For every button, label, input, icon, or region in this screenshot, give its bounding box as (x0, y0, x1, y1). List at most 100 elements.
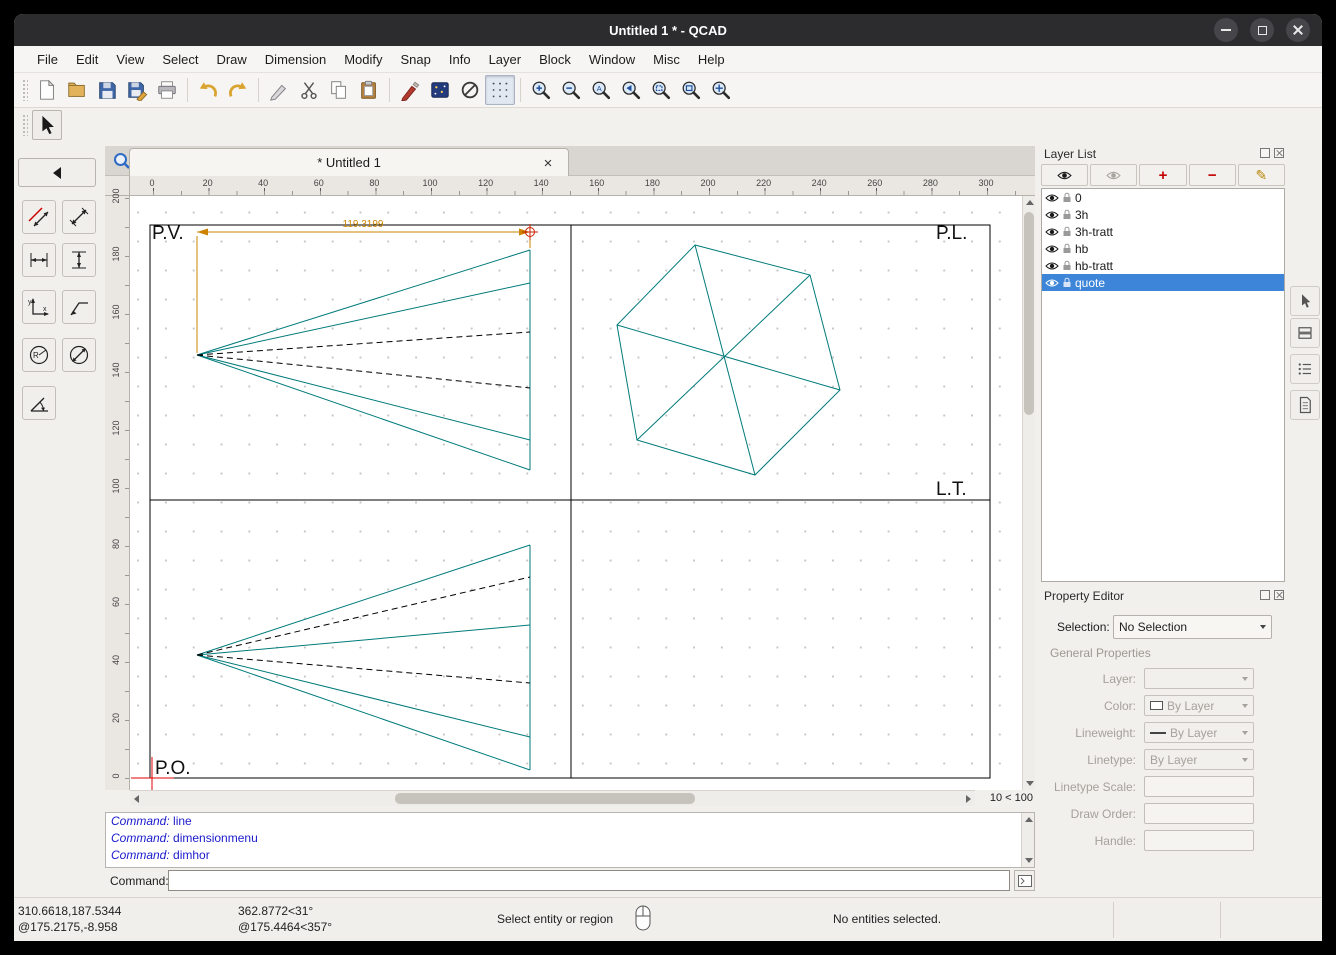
zoom-in-button[interactable] (526, 75, 556, 105)
toggle-grid-button[interactable] (485, 75, 515, 105)
history-scroll-up[interactable] (1022, 813, 1035, 826)
dimension-linear-tool[interactable] (62, 200, 96, 234)
property-layer-dropdown[interactable] (1144, 668, 1254, 689)
menu-file[interactable]: File (28, 48, 67, 71)
palette-back-button[interactable] (18, 158, 96, 187)
toolbar-handle[interactable] (22, 114, 28, 136)
menu-window[interactable]: Window (580, 48, 644, 71)
dimension-radial-tool[interactable]: R (22, 338, 56, 372)
edit-layer-button[interactable]: ✎ (1237, 164, 1286, 186)
property-linetype-dropdown[interactable]: By Layer (1144, 749, 1254, 770)
auto-zoom-button[interactable]: A (586, 75, 616, 105)
property-handle-input[interactable] (1144, 830, 1254, 851)
history-scroll-down[interactable] (1022, 854, 1035, 867)
cut-button[interactable] (294, 75, 324, 105)
maximize-button[interactable] (1250, 18, 1274, 42)
dimension-leader-tool[interactable] (62, 290, 96, 324)
menu-help[interactable]: Help (689, 48, 734, 71)
close-panel-icon[interactable] (1274, 590, 1284, 600)
paste-button[interactable] (354, 75, 384, 105)
dimension-ordinate-tool[interactable]: yx (22, 290, 56, 324)
layer-row-hb-tratt[interactable]: hb-tratt (1042, 257, 1284, 274)
menu-select[interactable]: Select (153, 48, 207, 71)
menu-modify[interactable]: Modify (335, 48, 391, 71)
close-panel-icon[interactable] (1274, 148, 1284, 158)
layer-row-0[interactable]: 0 (1042, 189, 1284, 206)
zoom-to-selection-button[interactable] (646, 75, 676, 105)
dimension-angular-tool[interactable] (22, 386, 56, 420)
remove-layer-button[interactable]: − (1188, 164, 1236, 186)
redo-button[interactable] (223, 75, 253, 105)
vertical-scrollbar[interactable] (1022, 196, 1035, 790)
layer-row-quote[interactable]: quote (1042, 274, 1284, 291)
property-draw-order-input[interactable] (1144, 803, 1254, 824)
zoom-out-button[interactable] (556, 75, 586, 105)
menu-misc[interactable]: Misc (644, 48, 689, 71)
library-browser-toggle[interactable] (1290, 390, 1320, 420)
previous-view-button[interactable] (616, 75, 646, 105)
menu-block[interactable]: Block (530, 48, 580, 71)
add-layer-button[interactable]: + (1139, 164, 1187, 186)
layer-row-hb[interactable]: hb (1042, 240, 1284, 257)
command-input[interactable] (168, 870, 1010, 891)
dimension-entity[interactable] (196, 231, 531, 353)
dimension-horizontal-tool[interactable] (22, 243, 56, 277)
open-file-button[interactable] (62, 75, 92, 105)
horizontal-scrollbar[interactable] (130, 790, 975, 806)
menu-layer[interactable]: Layer (480, 48, 531, 71)
close-button[interactable] (1286, 18, 1310, 42)
undo-button[interactable] (193, 75, 223, 105)
menu-snap[interactable]: Snap (392, 48, 440, 71)
tab-close-button[interactable]: × (538, 153, 558, 173)
minimize-button[interactable] (1214, 18, 1238, 42)
copy-button[interactable] (324, 75, 354, 105)
command-history-scrollbar[interactable] (1021, 813, 1034, 867)
layer-list-toggle[interactable] (1290, 318, 1320, 348)
screen-linetypes-button[interactable] (425, 75, 455, 105)
scroll-left-arrow[interactable] (130, 792, 143, 805)
front-view-hidden-lines[interactable] (196, 331, 531, 389)
horizontal-scrollbar-thumb[interactable] (395, 793, 695, 804)
window-zoom-button[interactable] (676, 75, 706, 105)
undock-icon[interactable] (1260, 148, 1270, 158)
save-button[interactable] (92, 75, 122, 105)
menu-info[interactable]: Info (440, 48, 480, 71)
vertical-scrollbar-thumb[interactable] (1024, 212, 1034, 415)
new-file-button[interactable] (32, 75, 62, 105)
layer-row-3h-tratt[interactable]: 3h-tratt (1042, 223, 1284, 240)
selection-pointer-button[interactable] (32, 110, 62, 140)
menu-view[interactable]: View (107, 48, 153, 71)
menu-draw[interactable]: Draw (207, 48, 255, 71)
pan-zoom-button[interactable] (706, 75, 736, 105)
show-all-layers-button[interactable] (1041, 164, 1089, 186)
save-as-button[interactable] (122, 75, 152, 105)
drawing-canvas[interactable]: 119.3199 P.V. P.L. L.T. P.O. (130, 196, 1022, 790)
menu-dimension[interactable]: Dimension (256, 48, 335, 71)
selection-dropdown[interactable]: No Selection (1113, 615, 1272, 639)
property-linetype-scale-input[interactable] (1144, 776, 1254, 797)
side-view-hexagon[interactable] (616, 244, 841, 476)
scroll-down-arrow[interactable] (1023, 777, 1036, 790)
draw-color-button[interactable] (395, 75, 425, 105)
drawing-frame[interactable] (149, 224, 991, 779)
menu-edit[interactable]: Edit (67, 48, 107, 71)
document-tab[interactable]: * Untitled 1 × (129, 148, 569, 176)
scroll-up-arrow[interactable] (1023, 196, 1036, 209)
dimension-diametric-tool[interactable] (62, 338, 96, 372)
title-bar[interactable]: Untitled 1 * - QCAD (14, 14, 1322, 46)
block-list-toggle[interactable] (1290, 354, 1320, 384)
undock-icon[interactable] (1260, 590, 1270, 600)
property-color-dropdown[interactable]: By Layer (1144, 695, 1254, 716)
dimension-vertical-tool[interactable] (62, 243, 96, 277)
layer-row-3h[interactable]: 3h (1042, 206, 1284, 223)
pen-tool-button[interactable] (264, 75, 294, 105)
disable-feature-button[interactable] (455, 75, 485, 105)
command-line-options-button[interactable] (1014, 870, 1035, 891)
top-view-entities[interactable] (196, 544, 531, 771)
scroll-right-arrow[interactable] (962, 792, 975, 805)
hide-all-layers-button[interactable] (1090, 164, 1138, 186)
print-button[interactable] (152, 75, 182, 105)
property-editor-toggle[interactable] (1290, 286, 1320, 316)
toolbar-handle[interactable] (22, 79, 28, 101)
dimension-aligned-tool[interactable] (22, 200, 56, 234)
